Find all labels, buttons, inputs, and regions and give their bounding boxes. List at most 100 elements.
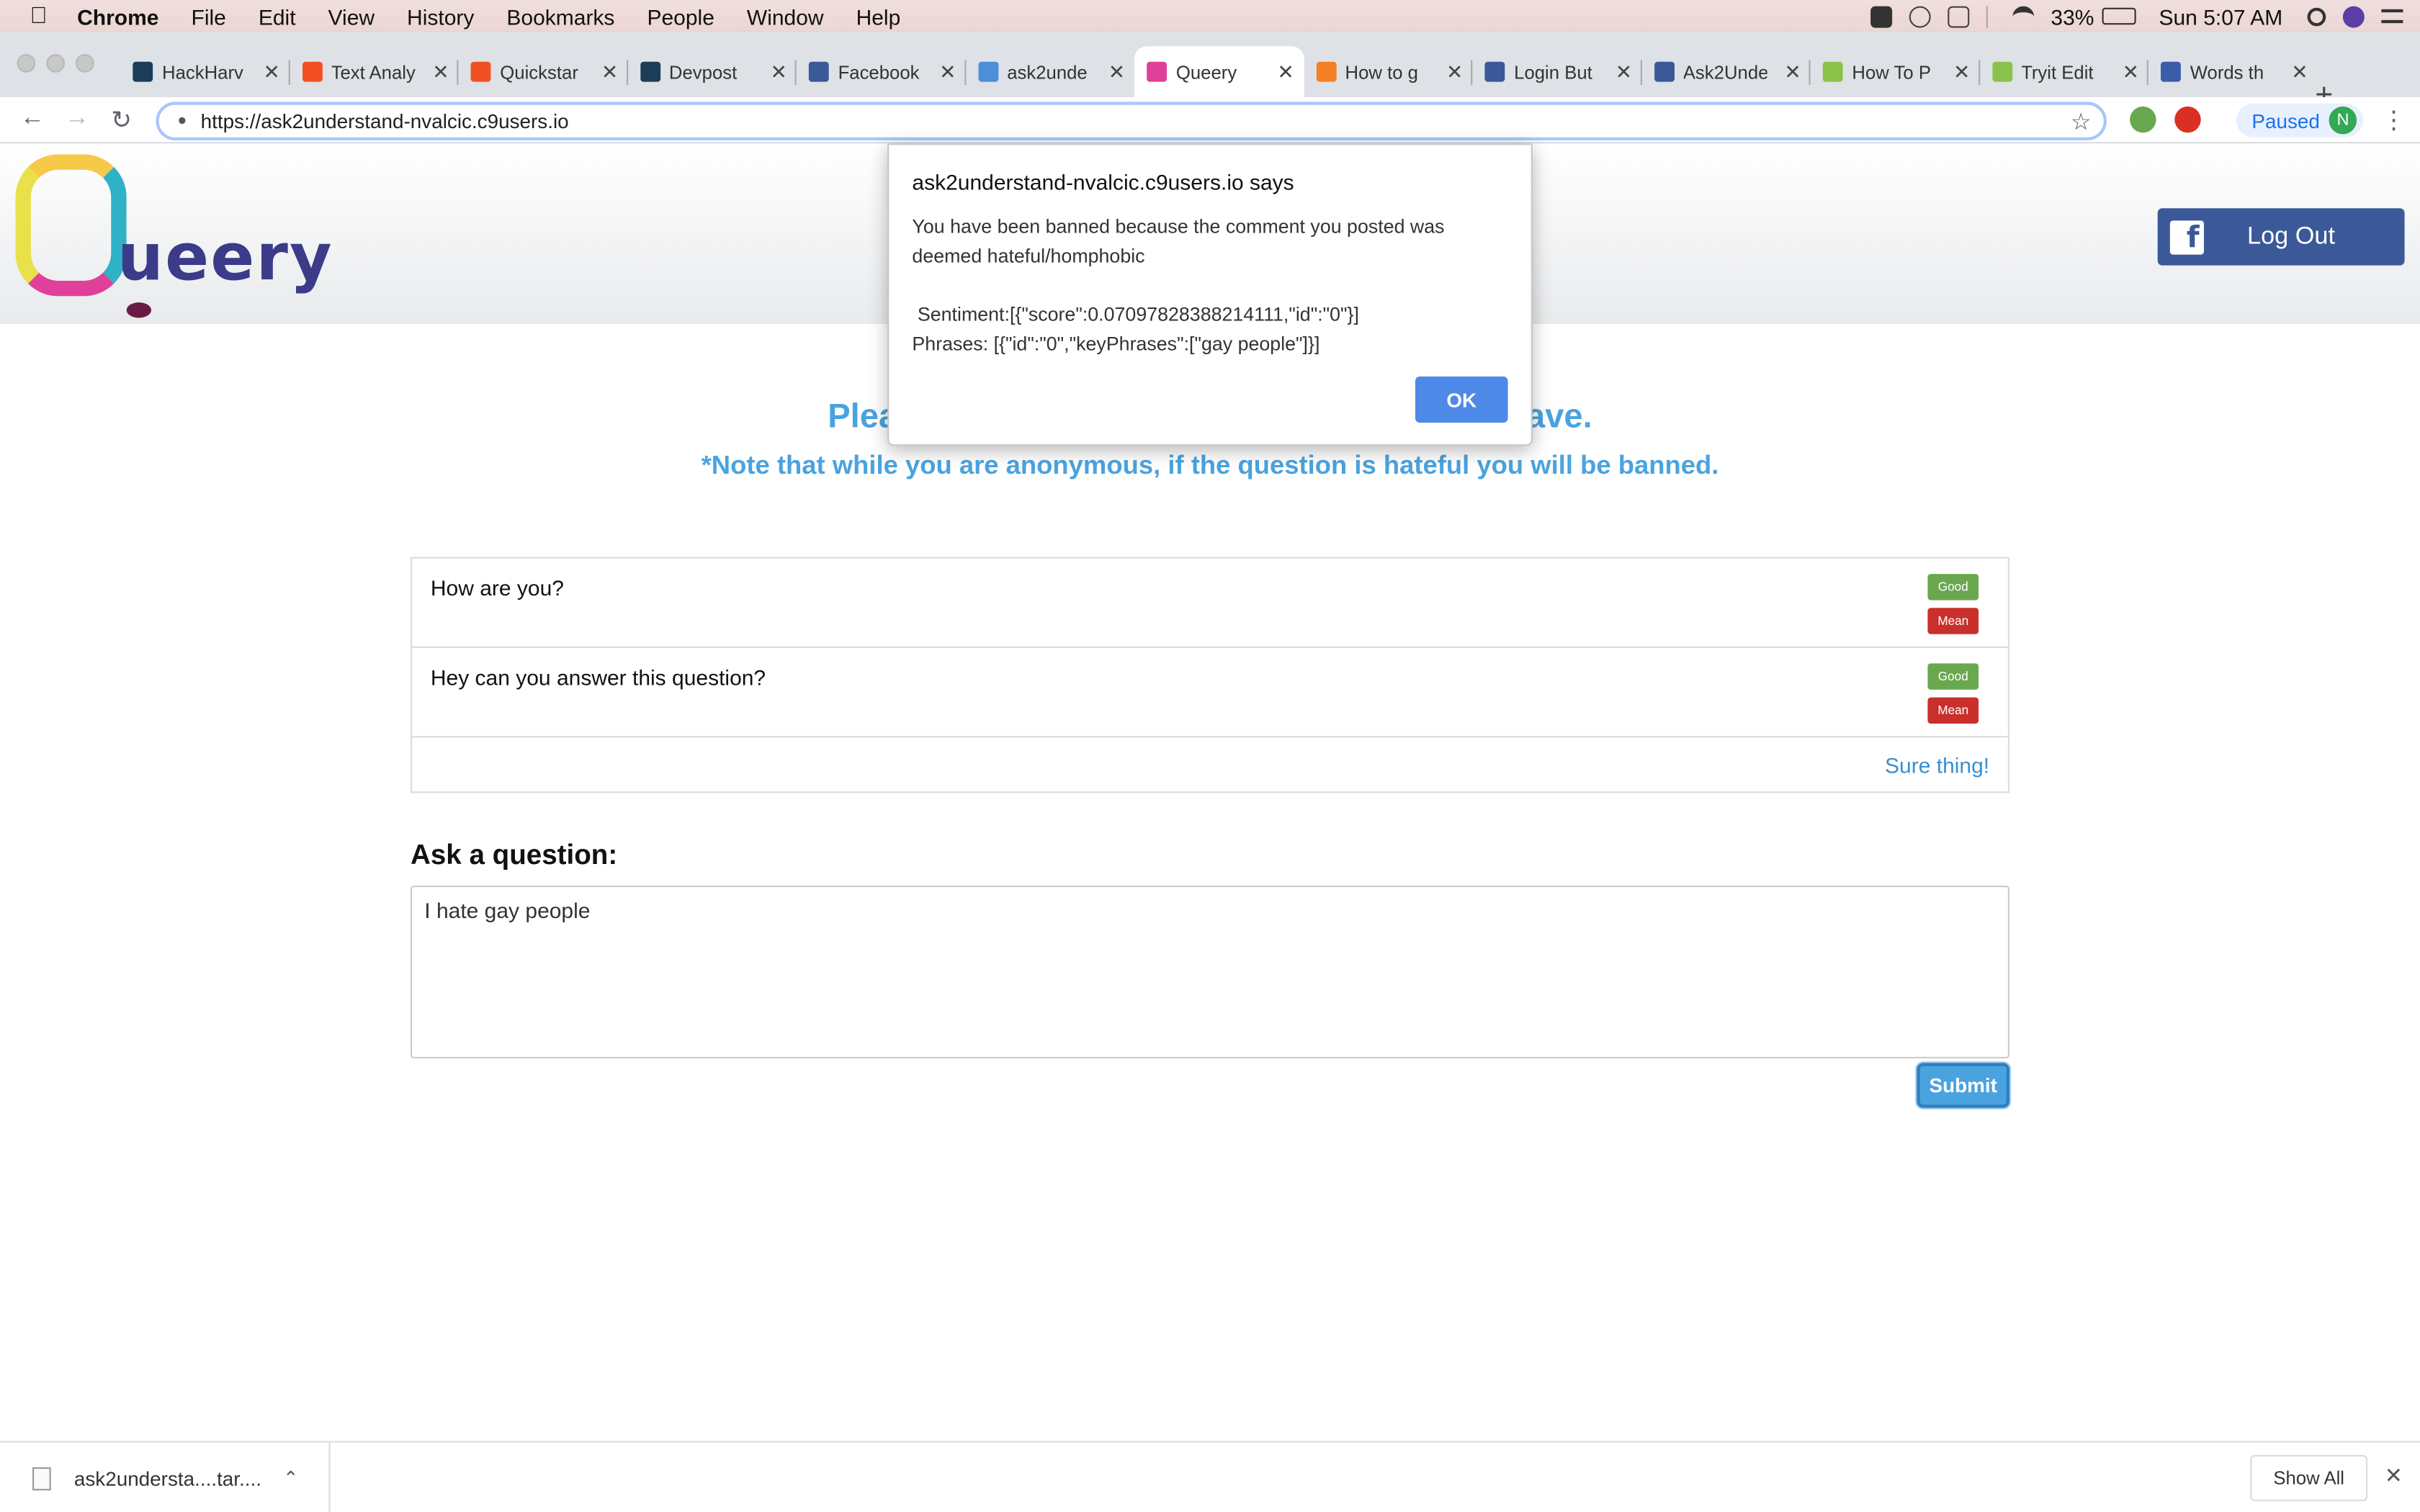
- tab-facebook[interactable]: Facebook ✕: [797, 46, 966, 97]
- tab-queery[interactable]: Queery ✕: [1134, 46, 1304, 97]
- tab-hackharv[interactable]: HackHarv ✕: [120, 46, 290, 97]
- close-tab-icon[interactable]: ✕: [770, 60, 786, 84]
- facebook-logout-button[interactable]: f Log Out: [2157, 208, 2405, 266]
- dialog-message: You have been banned because the comment…: [912, 216, 1445, 355]
- forward-icon[interactable]: →: [65, 105, 89, 133]
- close-tab-icon[interactable]: ✕: [432, 60, 449, 84]
- battery-percent: 33%: [2051, 4, 2094, 29]
- tab-how-to-g[interactable]: How to g ✕: [1304, 46, 1473, 97]
- menu-history[interactable]: History: [407, 4, 474, 28]
- mean-button[interactable]: Mean: [1927, 697, 1979, 724]
- devpost-icon: [640, 61, 660, 82]
- menu-file[interactable]: File: [192, 4, 226, 28]
- question-text: How are you?: [430, 575, 564, 600]
- submit-button[interactable]: Submit: [1917, 1063, 2009, 1108]
- question-textarea[interactable]: [411, 886, 2009, 1058]
- chevron-up-icon[interactable]: ⌃: [283, 1467, 299, 1489]
- apple-icon[interactable]: : [0, 3, 77, 29]
- menu-bookmarks[interactable]: Bookmarks: [506, 4, 614, 28]
- tab-devpost[interactable]: Devpost ✕: [627, 46, 797, 97]
- siri-icon[interactable]: [2342, 5, 2365, 27]
- stackoverflow-icon: [1315, 61, 1336, 82]
- ask-question-label: Ask a question:: [411, 839, 618, 870]
- tab-label: Words th: [2190, 60, 2264, 83]
- file-icon: [32, 1466, 51, 1490]
- airplay-icon[interactable]: [1947, 5, 1969, 27]
- close-tab-icon[interactable]: ✕: [2291, 60, 2308, 84]
- reload-icon[interactable]: ↻: [111, 105, 132, 136]
- wifi-icon[interactable]: [2012, 5, 2034, 27]
- list-item: Hey can you answer this question? Good M…: [412, 648, 2008, 738]
- lock-icon[interactable]: ●: [177, 112, 187, 130]
- facebook-icon: [1654, 61, 1674, 82]
- zoom-window-icon[interactable]: [76, 54, 94, 73]
- tab-words-th[interactable]: Words th ✕: [2148, 46, 2318, 97]
- logo-q-tail: [126, 302, 151, 318]
- tab-label: Facebook: [838, 60, 920, 83]
- browser-toolbar: ← → ↻ ● https://ask2understand-nvalcic.c…: [0, 97, 2420, 144]
- address-bar[interactable]: ● https://ask2understand-nvalcic.c9users…: [156, 102, 2107, 140]
- browser-tab-strip: HackHarv ✕ Text Analy ✕ Quickstar ✕ Devpost ✕ Fa…: [0, 32, 2420, 112]
- close-tab-icon[interactable]: ✕: [264, 60, 280, 84]
- status-app-icon[interactable]: [1870, 5, 1892, 27]
- close-tab-icon[interactable]: ✕: [939, 60, 956, 84]
- close-tab-icon[interactable]: ✕: [2123, 60, 2139, 84]
- tab-label: How to g: [1345, 60, 1418, 83]
- mean-button[interactable]: Mean: [1927, 608, 1979, 634]
- extension-check-icon[interactable]: [2130, 106, 2156, 133]
- chrome-menu-icon[interactable]: ⋮: [2381, 105, 2406, 136]
- notification-center-icon[interactable]: [2381, 9, 2403, 24]
- close-tab-icon[interactable]: ✕: [1953, 60, 1970, 84]
- show-all-button[interactable]: Show All: [2250, 1454, 2368, 1501]
- download-filename: ask2understa....tar....: [73, 1466, 262, 1490]
- profile-paused-button[interactable]: Paused N: [2236, 103, 2363, 138]
- close-tab-icon[interactable]: ✕: [1784, 60, 1801, 84]
- download-item[interactable]: ask2understa....tar.... ⌃: [0, 1442, 331, 1512]
- tab-text-analy[interactable]: Text Analy ✕: [290, 46, 459, 97]
- close-tab-icon[interactable]: ✕: [1277, 60, 1294, 84]
- spotlight-search-icon[interactable]: [2307, 6, 2326, 26]
- tab-ask2unde[interactable]: ask2unde ✕: [965, 46, 1134, 97]
- good-button[interactable]: Good: [1927, 663, 1979, 690]
- battery-icon[interactable]: [2102, 7, 2136, 25]
- good-button[interactable]: Good: [1927, 574, 1979, 600]
- answer-item: Sure thing!: [412, 737, 2008, 791]
- close-tab-icon[interactable]: ✕: [1446, 60, 1463, 84]
- close-tab-icon[interactable]: ✕: [601, 60, 618, 84]
- profile-status: Paused: [2251, 109, 2320, 132]
- tab-label: HackHarv: [162, 60, 243, 83]
- bluetooth-icon[interactable]: [1986, 5, 1995, 27]
- tab-tryit-edit[interactable]: Tryit Edit ✕: [1979, 46, 2148, 97]
- yahoo-icon: [2161, 61, 2181, 82]
- list-item: How are you? Good Mean: [412, 559, 2008, 648]
- menubar-clock[interactable]: Sun 5:07 AM: [2159, 4, 2282, 28]
- menu-help[interactable]: Help: [856, 4, 901, 28]
- close-icon[interactable]: ✕: [2385, 1462, 2403, 1488]
- cloud9-icon: [977, 61, 998, 82]
- menu-app-chrome[interactable]: Chrome: [77, 4, 158, 28]
- tab-how-to-p[interactable]: How To P ✕: [1811, 46, 1980, 97]
- tab-ask2unde[interactable]: Ask2Unde ✕: [1641, 46, 1811, 97]
- close-window-icon[interactable]: [17, 54, 36, 73]
- menu-people[interactable]: People: [647, 4, 714, 28]
- address-url[interactable]: https://ask2understand-nvalcic.c9users.i…: [201, 109, 569, 132]
- menu-window[interactable]: Window: [747, 4, 824, 28]
- shield-icon[interactable]: [1909, 5, 1931, 27]
- tab-quickstar[interactable]: Quickstar ✕: [458, 46, 627, 97]
- close-tab-icon[interactable]: ✕: [1108, 60, 1125, 84]
- ok-button[interactable]: OK: [1415, 376, 1508, 423]
- tab-label: Login But: [1514, 60, 1592, 83]
- tab-label: ask2unde: [1007, 60, 1088, 83]
- bookmark-star-icon[interactable]: ☆: [2071, 107, 2092, 135]
- extension-adblock-icon[interactable]: [2174, 106, 2201, 133]
- alert-dialog: ask2understand-nvalcic.c9users.io says Y…: [887, 143, 1533, 446]
- minimize-window-icon[interactable]: [46, 54, 65, 73]
- menu-edit[interactable]: Edit: [259, 4, 296, 28]
- dialog-title: ask2understand-nvalcic.c9users.io says: [912, 169, 1294, 194]
- menu-view[interactable]: View: [328, 4, 375, 28]
- tab-label: Quickstar: [500, 60, 578, 83]
- back-icon[interactable]: ←: [20, 105, 45, 133]
- tab-login-but[interactable]: Login But ✕: [1472, 46, 1641, 97]
- queery-logo[interactable]: ueery: [15, 154, 332, 320]
- close-tab-icon[interactable]: ✕: [1615, 60, 1632, 84]
